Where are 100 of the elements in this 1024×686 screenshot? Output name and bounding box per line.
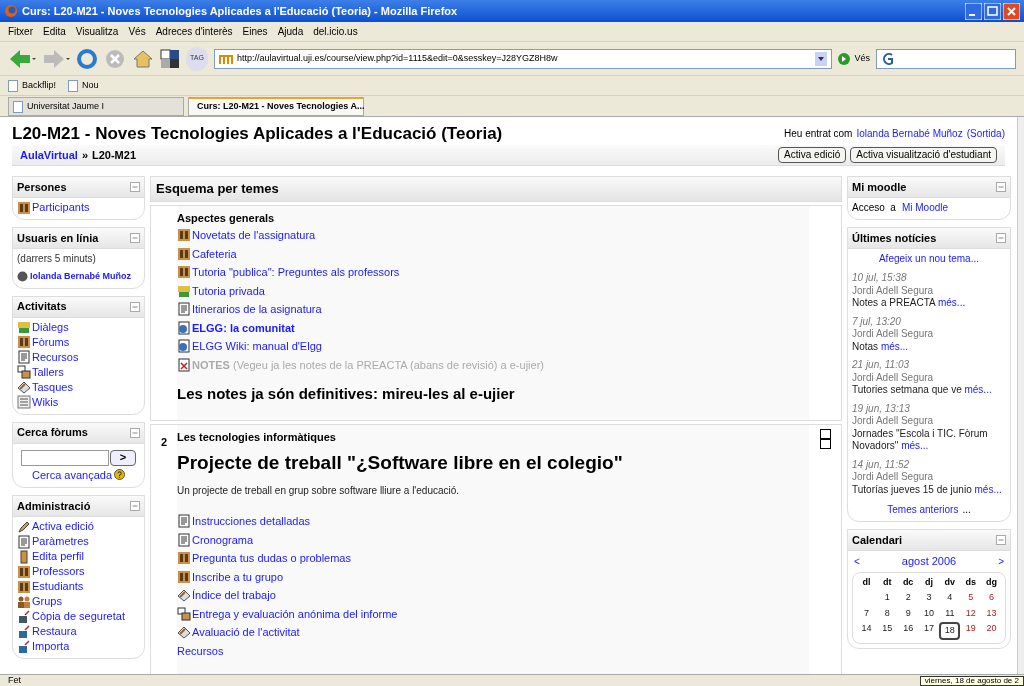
calendar-day[interactable]: 7 [856, 606, 877, 620]
block-link[interactable]: Wikis [32, 393, 59, 411]
header-button[interactable]: Activa edició [778, 147, 847, 163]
older-topics-link[interactable]: Temes anteriors [887, 502, 959, 517]
collapse-icon[interactable] [996, 233, 1006, 243]
reload-icon[interactable] [76, 47, 98, 70]
advanced-search-link[interactable]: Cerca avançada [31, 466, 113, 483]
help-icon[interactable] [114, 469, 126, 481]
search-box[interactable] [876, 48, 1016, 69]
calendar-day[interactable]: 8 [876, 606, 898, 620]
collapse-icon[interactable] [130, 501, 140, 511]
block-link[interactable]: Grups [32, 593, 62, 610]
user-link[interactable]: Iolanda Bernabé Muñoz [856, 126, 963, 141]
calendar-day[interactable]: 2 [897, 591, 919, 605]
activity-link[interactable]: Índice del trabajo [192, 587, 276, 604]
activity-link[interactable]: Tutoria privada [192, 282, 265, 299]
collapse-icon[interactable] [130, 233, 140, 243]
calendar-day[interactable]: 14 [856, 622, 877, 640]
calendar-day[interactable]: 11 [939, 606, 961, 620]
menu-item[interactable]: del.icio.us [313, 24, 358, 39]
layout-toggle-icon[interactable] [819, 428, 831, 449]
block-link[interactable]: Estudiants [32, 578, 84, 595]
calendar-day[interactable]: 6 [981, 591, 1002, 605]
section-link[interactable]: Recursos [177, 641, 809, 660]
browser-tab[interactable]: Curs: L20-M21 - Noves Tecnologies A... [188, 97, 364, 116]
calendar-day[interactable]: 4 [939, 591, 961, 605]
forward-arrow-icon[interactable] [42, 47, 70, 70]
calendar-day[interactable]: 12 [960, 606, 982, 620]
activity-link[interactable]: Novetats de l'assignatura [192, 227, 316, 244]
calendar-day[interactable]: 9 [897, 606, 919, 620]
back-arrow-icon[interactable] [8, 47, 36, 70]
block-link[interactable]: Activa edició [32, 518, 94, 535]
more-link[interactable]: més... [974, 483, 1002, 495]
activity-link[interactable]: Tutoria "publica": Preguntes als professors [192, 264, 400, 281]
more-link[interactable]: més... [880, 340, 909, 352]
browser-tab[interactable]: Universitat Jaume I [8, 97, 184, 116]
more-link[interactable]: més... [937, 297, 966, 308]
activity-link[interactable]: Inscribe a tu grupo [192, 568, 284, 585]
add-topic-link[interactable]: Afegeix un nou tema... [878, 253, 980, 264]
more-link[interactable]: més... [964, 384, 992, 395]
collapse-icon[interactable] [130, 427, 140, 438]
search-field[interactable] [21, 449, 109, 466]
breadcrumb-link[interactable]: AulaVirtual [20, 146, 78, 164]
logout-link[interactable]: (Sortida) [966, 126, 1005, 141]
bookmark[interactable]: Nou [68, 78, 99, 93]
calendar-day[interactable]: 20 [981, 622, 1002, 640]
block-link[interactable]: Tallers [32, 363, 64, 381]
block-link[interactable]: Fòrums [32, 333, 70, 351]
activity-link[interactable]: Instrucciones detalladas [192, 513, 310, 530]
calendar-day[interactable]: 15 [876, 622, 898, 640]
maximize-icon[interactable] [984, 2, 1001, 20]
my-moodle-link[interactable]: Mi Moodle [901, 200, 949, 215]
calendar-day[interactable]: 5 [960, 591, 982, 605]
more-link[interactable]: més... [901, 440, 929, 451]
calendar-day[interactable]: 3 [918, 591, 940, 605]
block-link[interactable]: Importa [32, 638, 70, 655]
block-link[interactable]: Diàlegs [32, 318, 69, 336]
previous-month-link[interactable]: < [854, 553, 860, 569]
bookmark[interactable]: Backflip! [8, 78, 56, 93]
user-link[interactable]: Iolanda Bernabé Muñoz [30, 270, 131, 284]
menu-item[interactable]: Ajuda [277, 24, 304, 39]
dropdown-icon[interactable] [815, 51, 828, 66]
block-link[interactable]: Participants [32, 199, 90, 216]
activity-link[interactable]: ELGG: la comunitat [192, 319, 295, 336]
block-link[interactable]: Tasques [32, 378, 73, 396]
grid-icon[interactable] [160, 48, 180, 69]
menu-item[interactable]: Visualitza [75, 24, 119, 39]
search-button[interactable]: > [110, 449, 136, 466]
menu-item[interactable]: Fitxer [8, 24, 33, 39]
menu-item[interactable]: Edita [43, 24, 66, 39]
block-link[interactable]: Recursos [32, 348, 79, 366]
minimize-icon[interactable] [965, 2, 982, 20]
calendar-day[interactable]: 19 [960, 622, 982, 640]
activity-link[interactable]: ELGG Wiki: manual d'Elgg [192, 338, 322, 355]
activity-link[interactable]: Entrega y evaluación anónima del informe [192, 605, 398, 622]
collapse-icon[interactable] [996, 182, 1006, 192]
calendar-day[interactable]: 10 [918, 606, 940, 620]
close-icon[interactable] [1003, 2, 1020, 20]
address-bar[interactable]: http://aulavirtual.uji.es/course/view.php?id=1115&edit=0&sesskey=J28YGZ8H8w [214, 48, 833, 69]
stop-icon[interactable] [104, 47, 126, 70]
block-link[interactable]: Paràmetres [32, 533, 89, 550]
block-link[interactable]: Restaura [32, 623, 77, 640]
collapse-icon[interactable] [130, 301, 140, 312]
header-button[interactable]: Activa visualització d'estudiant [850, 147, 997, 163]
calendar-day[interactable]: 18 [939, 622, 961, 640]
collapse-icon[interactable] [130, 182, 140, 192]
calendar-day[interactable]: 16 [897, 622, 919, 640]
calendar-day[interactable]: 17 [918, 622, 940, 640]
block-link[interactable]: Professors [32, 563, 85, 580]
scrollbar[interactable] [1017, 117, 1024, 674]
calendar-day[interactable]: 1 [876, 591, 898, 605]
next-month-link[interactable]: > [998, 553, 1004, 569]
go-button[interactable]: Vés [838, 51, 870, 66]
activity-link[interactable]: Pregunta tus dudas o problemas [192, 550, 351, 567]
block-link[interactable]: Còpia de seguretat [32, 608, 125, 625]
activity-link[interactable]: Cronograma [192, 531, 254, 548]
calendar-day[interactable]: 13 [981, 606, 1002, 620]
menu-item[interactable]: Eines [242, 24, 268, 39]
collapse-icon[interactable] [996, 535, 1006, 545]
activity-link[interactable]: Avaluació de l'activitat [192, 624, 300, 641]
